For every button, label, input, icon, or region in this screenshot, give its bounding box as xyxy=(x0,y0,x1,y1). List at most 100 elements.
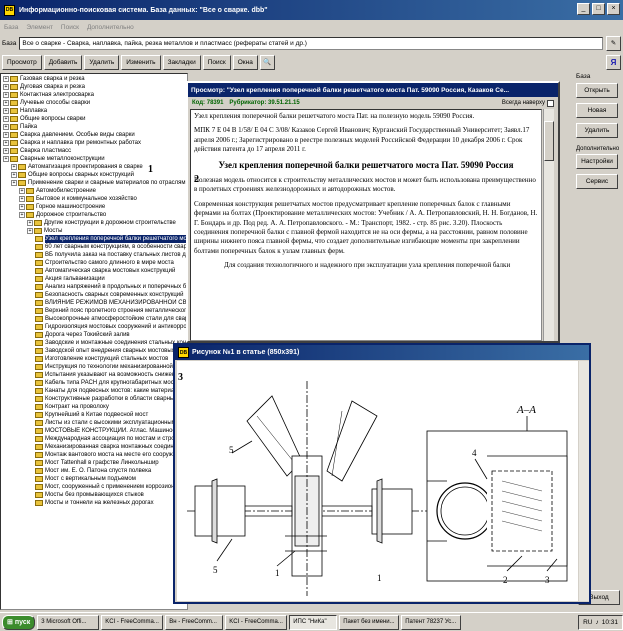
add-button[interactable]: Добавить xyxy=(43,54,83,70)
taskbar-item[interactable]: 3 Microsoft Offi... xyxy=(37,614,100,630)
tree-item[interactable]: + Общие вопросы сварки xyxy=(1,115,187,123)
tree-item[interactable]: Инструкция по технологии механизированно… xyxy=(1,363,187,371)
tree-item[interactable]: Мост им. Е. О. Патона спустя полвека xyxy=(1,467,187,475)
tree-item[interactable]: + Контактная электросварка xyxy=(1,91,187,99)
settings-button[interactable]: Настройки xyxy=(576,154,618,169)
tree-item[interactable]: + Дорожное строительство xyxy=(1,211,187,219)
tree-item[interactable]: + Сварка давлением. Особые виды сварки xyxy=(1,131,187,139)
expand-toggle-icon[interactable]: + xyxy=(3,140,9,146)
tree-item[interactable]: Кабель типа РАСН для крупногабаритных мо… xyxy=(1,379,187,387)
expand-toggle-icon[interactable]: + xyxy=(3,84,9,90)
tree-item[interactable]: Крупнейший в Китае подвесной мост xyxy=(1,411,187,419)
edit-button[interactable]: Изменить xyxy=(121,54,161,70)
tree-item[interactable]: + Автомобилестроение xyxy=(1,187,187,195)
tree-item[interactable]: + Мосты xyxy=(1,227,187,235)
taskbar-item[interactable]: Пакет без имени... xyxy=(339,614,400,630)
tree-item[interactable]: + Наплавка xyxy=(1,107,187,115)
new-button[interactable]: Новая xyxy=(576,103,618,118)
bookmarks-button[interactable]: Закладки xyxy=(162,54,201,70)
speaker-icon[interactable]: ♪ xyxy=(595,619,598,626)
tree-item[interactable]: Изготовление конструкций стальных мостов xyxy=(1,355,187,363)
expand-toggle-icon[interactable]: + xyxy=(3,108,9,114)
tree-item[interactable]: + Другие конструкции в дорожном строитель… xyxy=(1,219,187,227)
letter-button[interactable]: Я xyxy=(606,54,621,70)
expand-toggle-icon[interactable]: + xyxy=(27,228,33,234)
tree-item[interactable]: + Горное машиностроение xyxy=(1,203,187,211)
always-on-top-checkbox[interactable] xyxy=(547,99,554,107)
menu-extra[interactable]: Дополнительно xyxy=(87,24,134,31)
category-tree[interactable]: + Газовая сварка и резка + Дуговая сварка и… xyxy=(0,73,188,610)
tree-item[interactable]: Мост с вертикальным подъемом xyxy=(1,475,187,483)
expand-toggle-icon[interactable]: + xyxy=(3,148,9,154)
expand-toggle-icon[interactable]: + xyxy=(3,156,9,162)
expand-toggle-icon[interactable]: + xyxy=(3,92,9,98)
tree-item[interactable]: + Сварные металлоконструкции xyxy=(1,155,187,163)
view-button[interactable]: Просмотр xyxy=(2,54,42,70)
delete-button[interactable]: Удалить xyxy=(84,54,120,70)
maximize-button[interactable]: □ xyxy=(592,3,605,15)
tree-item[interactable]: Акция гальванизации xyxy=(1,275,187,283)
language-indicator[interactable]: RU xyxy=(583,619,592,626)
taskbar-item[interactable]: KCI - FreeComma... xyxy=(225,614,288,630)
tree-item[interactable]: Гидроизоляция мостовых сооружений и анти… xyxy=(1,323,187,331)
tree-item[interactable]: + Общие вопросы сварных конструкций xyxy=(1,171,187,179)
expand-toggle-icon[interactable]: + xyxy=(11,164,17,170)
open-button[interactable]: Открыть xyxy=(576,83,618,98)
taskbar-item[interactable]: Вн - FreeComm... xyxy=(165,614,224,630)
tree-item[interactable]: Контракт на проволоку xyxy=(1,403,187,411)
search-button[interactable]: Поиск xyxy=(202,54,231,70)
doc-scrollbar[interactable] xyxy=(543,109,554,341)
tree-item[interactable]: Автоматическая сварка мостовых конструкц… xyxy=(1,267,187,275)
tree-item[interactable]: + Автоматизация проектирования в сварке xyxy=(1,163,187,171)
tree-item[interactable]: + Газовая сварка и резка xyxy=(1,75,187,83)
expand-toggle-icon[interactable]: + xyxy=(11,180,17,186)
expand-toggle-icon[interactable]: + xyxy=(19,212,25,218)
tree-item[interactable]: ВЛИЯНИЕ РЕЖИМОВ МЕХАНИЗИРОВАННОЙ СВАРКИ xyxy=(1,299,187,307)
menu-base[interactable]: База xyxy=(4,24,18,31)
tree-item[interactable]: Анализ напряжений в продольных и попереч… xyxy=(1,283,187,291)
tree-item[interactable]: Механизированная сварка монтажных соедин… xyxy=(1,443,187,451)
expand-toggle-icon[interactable]: + xyxy=(19,204,25,210)
tree-item[interactable]: Высокопрочные атмосферостойкие стали для… xyxy=(1,315,187,323)
path-field[interactable]: Все о сварке - Сварка, наплавка, пайка, … xyxy=(19,36,603,50)
tree-item[interactable]: + Пайка xyxy=(1,123,187,131)
expand-toggle-icon[interactable]: + xyxy=(11,172,17,178)
expand-toggle-icon[interactable]: + xyxy=(3,100,9,106)
tree-item[interactable]: Безопасность сварных современных констру… xyxy=(1,291,187,299)
tree-item[interactable]: Дорога через Токийский залив xyxy=(1,331,187,339)
taskbar-item[interactable]: ИПС "НиКа" xyxy=(289,614,338,630)
tree-item[interactable]: Листы из стали с высокими эксплуатационн… xyxy=(1,419,187,427)
tree-item[interactable]: Верхний пояс пролетного строения металли… xyxy=(1,307,187,315)
tree-item[interactable]: Заводские и монтажные соединения стальны… xyxy=(1,339,187,347)
tree-item[interactable]: + Сварка пластмасс xyxy=(1,147,187,155)
search-icon[interactable]: 🔍 xyxy=(259,54,275,70)
tree-item[interactable]: Мосты и тоннели на железных дорогах xyxy=(1,499,187,507)
tree-item[interactable]: Заводской опыт внедрения сварных мостовы… xyxy=(1,347,187,355)
start-button[interactable]: ⊞ пуск xyxy=(2,614,36,630)
expand-toggle-icon[interactable]: + xyxy=(19,196,25,202)
expand-toggle-icon[interactable]: + xyxy=(3,76,9,82)
expand-toggle-icon[interactable]: + xyxy=(19,188,25,194)
tree-item[interactable]: + Дуговая сварка и резка xyxy=(1,83,187,91)
minimize-button[interactable]: _ xyxy=(577,3,590,15)
edit-path-icon[interactable]: ✎ xyxy=(606,35,621,51)
tree-item[interactable]: Монтаж вантового моста на месте его соор… xyxy=(1,451,187,459)
taskbar-item[interactable]: Патент 78237 Ус... xyxy=(401,614,462,630)
expand-toggle-icon[interactable]: + xyxy=(27,220,33,226)
tree-item[interactable]: МОСТОВЫЕ КОНСТРУКЦИИ. Атлас. Машинострое… xyxy=(1,427,187,435)
tree-item[interactable]: Узел крепления поперечной балки решетчат… xyxy=(1,235,187,243)
menu-element[interactable]: Элемент xyxy=(26,24,53,31)
tree-item[interactable]: Канаты для подвесных мостов: какие матер… xyxy=(1,387,187,395)
doc-scroll-thumb[interactable] xyxy=(544,121,554,161)
tree-item[interactable]: Мост Tattenhall в графстве Линкольншир xyxy=(1,459,187,467)
tree-item[interactable]: Международная ассоциация по мостам и стр… xyxy=(1,435,187,443)
tree-item[interactable]: Строительство самого длинного в мире мос… xyxy=(1,259,187,267)
tree-item[interactable]: + Лучевые способы сварки xyxy=(1,99,187,107)
delete-base-button[interactable]: Удалить xyxy=(576,123,618,138)
tree-item[interactable]: Конструктивные разработки в области свар… xyxy=(1,395,187,403)
tree-item[interactable]: + Применение сварки и сварные материалов … xyxy=(1,179,187,187)
expand-toggle-icon[interactable]: + xyxy=(3,132,9,138)
tree-item[interactable]: 60 лет сварным конструкциям, в особеннос… xyxy=(1,243,187,251)
tree-item[interactable]: ВБ получила заказ на поставку стальных л… xyxy=(1,251,187,259)
tree-item[interactable]: Мосты без промывающихся стыков xyxy=(1,491,187,499)
